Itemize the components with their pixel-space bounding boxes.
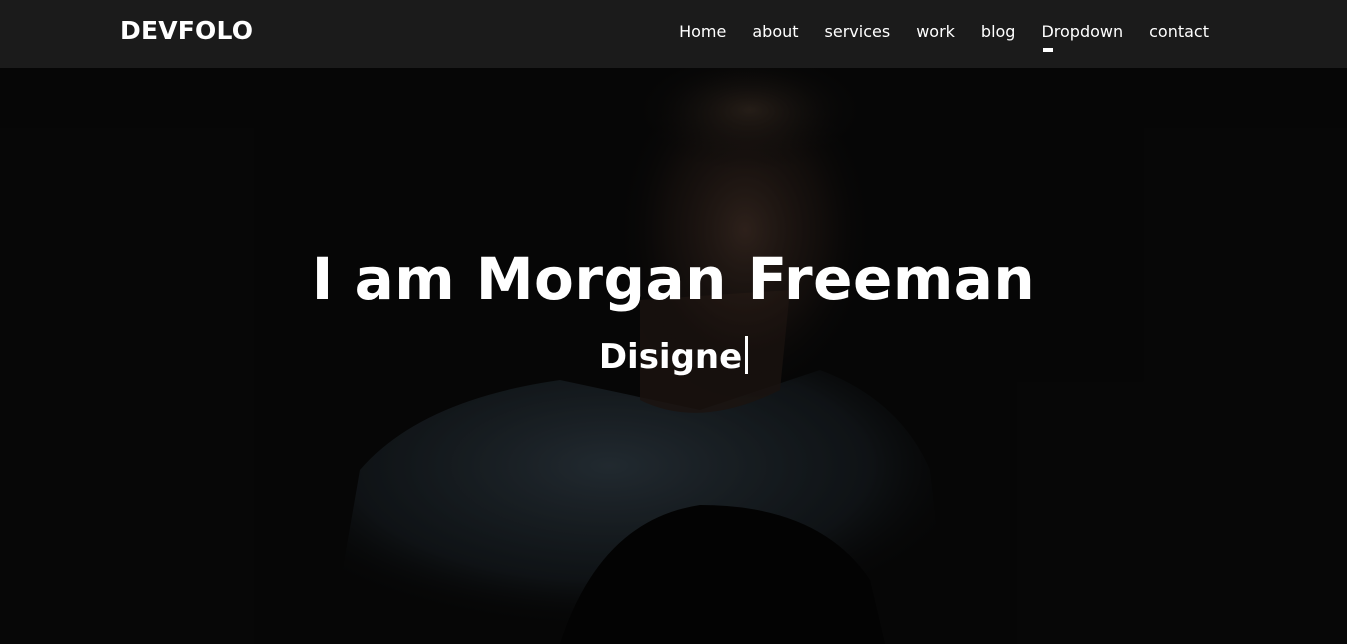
- hero-title: I am Morgan Freeman: [311, 245, 1036, 313]
- nav-item-dropdown[interactable]: Dropdown: [1041, 21, 1123, 52]
- hero-text: I am Morgan Freeman Disigne: [0, 240, 1347, 377]
- nav-item-blog[interactable]: blog: [981, 21, 1016, 43]
- brand-logo[interactable]: DEVFOLO: [120, 16, 253, 45]
- navbar: DEVFOLO Home about services work blog Dr…: [0, 0, 1347, 68]
- typed-text: Disigne: [598, 337, 743, 377]
- nav-item-work[interactable]: work: [916, 21, 955, 43]
- page: DEVFOLO Home about services work blog Dr…: [0, 0, 1347, 644]
- nav-item-services[interactable]: services: [825, 21, 891, 43]
- nav-menu: Home about services work blog Dropdown c…: [653, 21, 1209, 52]
- nav-item-contact[interactable]: contact: [1149, 21, 1209, 43]
- nav-item-about[interactable]: about: [752, 21, 798, 43]
- typing-cursor: [745, 336, 749, 374]
- hero-subtitle: Disigne: [0, 336, 1347, 377]
- nav-item-home[interactable]: Home: [679, 21, 726, 43]
